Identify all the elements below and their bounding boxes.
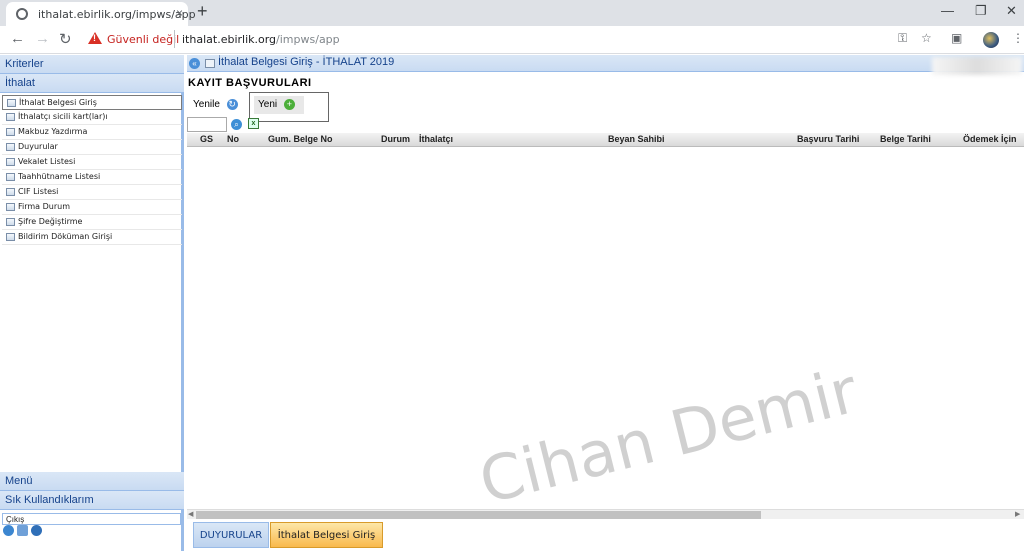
panel-title: İthalat Belgesi Giriş - İTHALAT 2019: [218, 56, 395, 68]
document-icon: [6, 128, 15, 136]
address-bar[interactable]: Güvenli değil ithalat.ebirlik.org/impws/…: [80, 28, 950, 52]
sidebar-item-label: Firma Durum: [18, 202, 71, 211]
col-gum-belge-no[interactable]: Gum. Belge No: [268, 134, 333, 144]
new-button[interactable]: Yeni +: [254, 96, 304, 114]
sidebar-item-cif-listesi[interactable]: CIF Listesi: [2, 185, 182, 200]
add-circle-icon: +: [283, 99, 295, 110]
browser-tab[interactable]: ithalat.ebirlik.org/impws/app ×: [6, 2, 196, 26]
sidebar-item-taahhutname-listesi[interactable]: Taahhütname Listesi: [2, 170, 182, 185]
col-gs[interactable]: GS: [200, 134, 213, 144]
url-text[interactable]: ithalat.ebirlik.org/impws/app: [182, 33, 340, 46]
refresh-label: Yenile: [193, 99, 220, 111]
sidebar-item-vekalet-listesi[interactable]: Vekalet Listesi: [2, 155, 182, 170]
star-icon[interactable]: ☆: [921, 31, 932, 45]
globe-tool-icon[interactable]: [31, 525, 42, 536]
ithalat-header[interactable]: İthalat: [0, 74, 184, 93]
tab-duyurular[interactable]: DUYURULAR: [193, 522, 269, 548]
close-tab-icon[interactable]: ×: [176, 6, 183, 20]
col-beyan-sahibi[interactable]: Beyan Sahibi: [608, 134, 665, 144]
profile-avatar[interactable]: [983, 32, 999, 48]
document-icon: [6, 173, 15, 181]
url-host: ithalat.ebirlik.org: [182, 33, 277, 46]
sidebar-item-sifre-degistirme[interactable]: Şifre Değiştirme: [2, 215, 182, 230]
col-durum[interactable]: Durum: [381, 134, 410, 144]
document-icon: [6, 143, 15, 151]
sidebar-item-duyurular[interactable]: Duyurular: [2, 140, 182, 155]
refresh-button[interactable]: Yenile ↻: [188, 94, 248, 116]
sidebar-item-label: CIF Listesi: [18, 187, 59, 196]
document-icon: [6, 188, 15, 196]
document-icon: [6, 158, 15, 166]
back-arrow-icon[interactable]: «: [189, 58, 200, 69]
criteria-header[interactable]: Kriterler: [0, 55, 184, 74]
document-icon: [7, 99, 16, 107]
sidebar-item-ithalatci-sicili[interactable]: İthalatçı sicili kart(lar)ı: [2, 110, 182, 125]
minimize-icon[interactable]: —: [941, 3, 954, 18]
col-basvuru-tarihi[interactable]: Başvuru Tarihi: [797, 134, 859, 144]
extension-icon[interactable]: ▣: [951, 31, 962, 45]
security-warning[interactable]: Güvenli değil: [107, 33, 179, 46]
col-ithalatci[interactable]: İthalatçı: [419, 134, 453, 144]
url-path: /impws/app: [276, 33, 340, 46]
sidebar-item-label: Taahhütname Listesi: [18, 172, 101, 181]
search-icon[interactable]: ⌕: [231, 119, 242, 130]
col-odemek-icin[interactable]: Ödemek İçin: [963, 134, 1017, 144]
sidebar-item-label: Makbuz Yazdırma: [18, 127, 88, 136]
browser-toolbar: ← → ↻ Güvenli değil ithalat.ebirlik.org/…: [0, 26, 1024, 54]
filter-input[interactable]: [187, 117, 227, 132]
bottom-tabs: DUYURULAR İthalat Belgesi Giriş: [187, 520, 1024, 551]
new-tab-button[interactable]: +: [197, 1, 208, 22]
sidebar-item-ithalat-belgesi-giris[interactable]: İthalat Belgesi Giriş: [2, 95, 182, 110]
sidebar-item-label: İthalat Belgesi Giriş: [19, 98, 97, 107]
url-separator: [174, 30, 175, 48]
section-title: KAYIT BAŞVURULARI: [188, 77, 312, 89]
logout-button[interactable]: Çıkış: [2, 513, 181, 525]
sidebar-item-firma-durum[interactable]: Firma Durum: [2, 200, 182, 215]
menu-dots-icon[interactable]: ⋮: [1012, 31, 1024, 45]
excel-export-icon[interactable]: x: [248, 118, 259, 129]
back-icon[interactable]: ←: [10, 30, 25, 47]
key-icon[interactable]: ⚿: [898, 31, 907, 46]
document-icon: [6, 218, 15, 226]
reload-icon[interactable]: ↻: [59, 30, 72, 48]
sidebar-item-label: Duyurular: [18, 142, 58, 151]
new-button-frame: Yeni +: [249, 92, 329, 122]
scroll-left-icon[interactable]: ◀: [188, 510, 193, 518]
scrollbar-thumb[interactable]: [196, 511, 761, 519]
panel-header: « İthalat Belgesi Giriş - İTHALAT 2019: [187, 55, 1024, 75]
blurred-user-info: [932, 57, 1022, 75]
menu-header[interactable]: Menü: [0, 472, 184, 491]
favorites-header[interactable]: Sık Kullandıklarım: [0, 491, 184, 510]
document-icon: [6, 113, 15, 121]
key-tool-icon[interactable]: [17, 525, 28, 536]
forward-icon[interactable]: →: [35, 30, 50, 47]
warning-icon: [88, 32, 102, 44]
sidebar-item-label: Bildirim Döküman Girişi: [18, 232, 113, 241]
col-belge-tarihi[interactable]: Belge Tarihi: [880, 134, 931, 144]
app-container: Kriterler İthalat İthalat Belgesi Giriş …: [0, 55, 1024, 551]
sidebar-item-makbuz-yazdirma[interactable]: Makbuz Yazdırma: [2, 125, 182, 140]
grid-header: GS No Gum. Belge No Durum İthalatçı Beya…: [187, 133, 1024, 147]
tab-title: ithalat.ebirlik.org/impws/app: [38, 8, 196, 21]
sidebar-item-label: Vekalet Listesi: [18, 157, 76, 166]
restore-icon[interactable]: ❐: [975, 3, 987, 19]
refresh-circle-icon: ↻: [226, 99, 238, 110]
close-window-icon[interactable]: ✕: [1006, 3, 1017, 19]
sidebar: Kriterler İthalat İthalat Belgesi Giriş …: [0, 55, 184, 551]
browser-tabstrip: ithalat.ebirlik.org/impws/app × + — ❐ ✕: [0, 0, 1024, 26]
document-icon: [6, 203, 15, 211]
document-icon: [205, 59, 215, 68]
sidebar-item-label: Şifre Değiştirme: [18, 217, 83, 226]
globe-icon: [16, 8, 28, 20]
tab-ithalat-belgesi-giris[interactable]: İthalat Belgesi Giriş: [270, 522, 383, 548]
refresh-icon[interactable]: [3, 525, 14, 536]
horizontal-scrollbar[interactable]: ◀ ▶: [187, 509, 1024, 519]
col-no[interactable]: No: [227, 134, 239, 144]
document-icon: [6, 233, 15, 241]
new-label: Yeni: [258, 99, 278, 111]
scroll-right-icon[interactable]: ▶: [1015, 510, 1020, 518]
sidebar-item-label: İthalatçı sicili kart(lar)ı: [18, 112, 108, 121]
sidebar-item-bildirim-dokuman[interactable]: Bildirim Döküman Girişi: [2, 230, 182, 245]
